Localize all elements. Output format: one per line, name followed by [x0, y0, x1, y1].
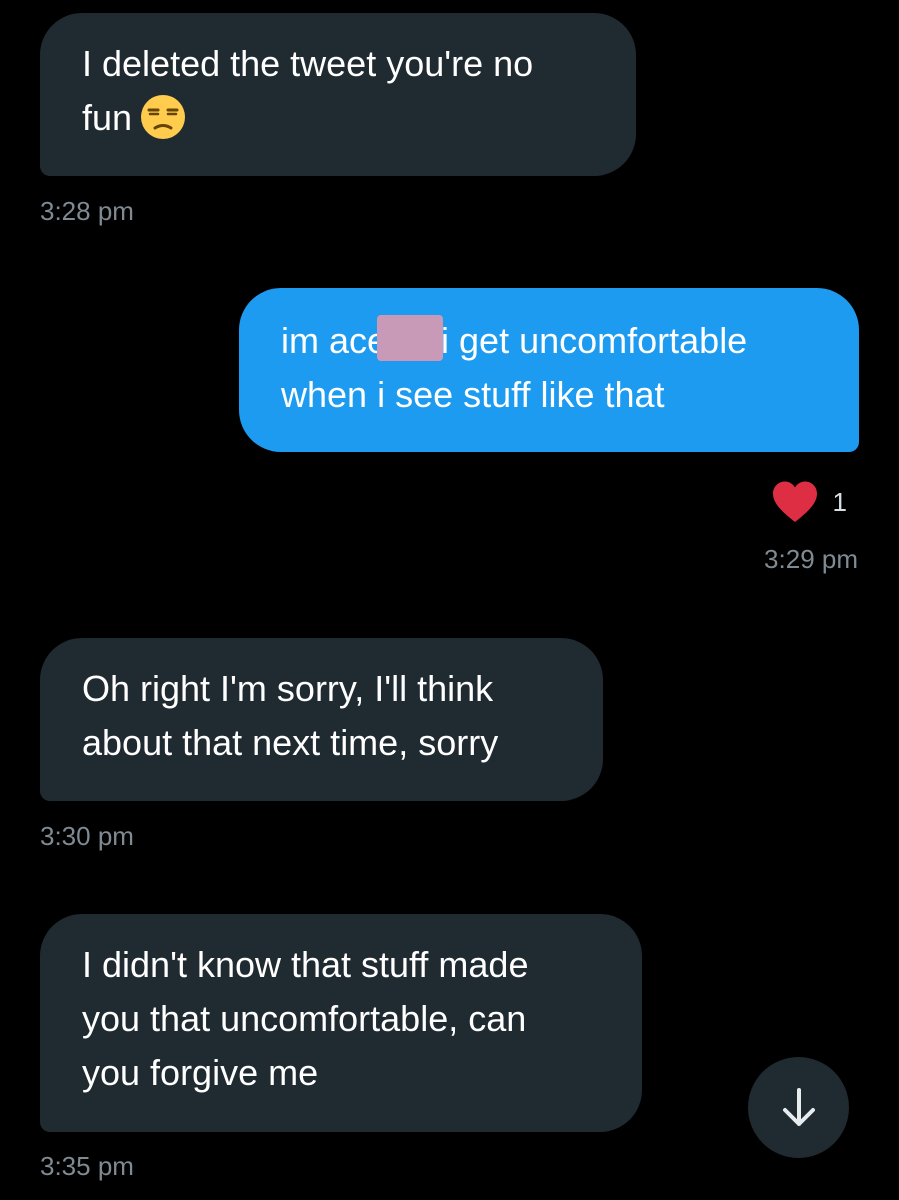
message-timestamp: 3:35 pm: [40, 1151, 134, 1181]
message-text: im ace: [281, 320, 388, 361]
scroll-to-bottom-button[interactable]: [748, 1057, 849, 1158]
redaction-block: [377, 315, 444, 361]
message-text: about that next time, sorry: [82, 722, 499, 763]
message-timestamp: 3:30 pm: [40, 821, 134, 851]
message-text: I didn't know that stuff made: [82, 944, 529, 985]
heart-icon: [772, 481, 817, 522]
message-text: Oh right I'm sorry, I'll think: [82, 668, 494, 709]
reaction-count: 1: [832, 486, 847, 517]
message-timestamp: 3:28 pm: [40, 196, 134, 226]
message-text: when i see stuff like that: [281, 374, 665, 415]
message-bubble-sent[interactable]: im ace i get uncomfortable when i see stu…: [239, 288, 859, 452]
unamused-face-emoji: [141, 95, 186, 139]
message-text: you that uncomfortable, can: [82, 998, 527, 1039]
message-reaction[interactable]: 1: [771, 478, 847, 526]
message-text: fun: [82, 97, 133, 138]
message-bubble-received[interactable]: I didn't know that stuff made you that u…: [40, 914, 642, 1132]
message-text: I deleted the tweet you're no: [82, 43, 534, 84]
message-text: you forgive me: [82, 1052, 319, 1093]
message-timestamp: 3:29 pm: [764, 544, 858, 574]
message-text: i get uncomfortable: [441, 320, 748, 361]
arrow-down-icon: [782, 1087, 815, 1126]
message-bubble-received[interactable]: I deleted the tweet you're no fun: [40, 13, 636, 176]
message-bubble-received[interactable]: Oh right I'm sorry, I'll think about tha…: [40, 638, 603, 801]
